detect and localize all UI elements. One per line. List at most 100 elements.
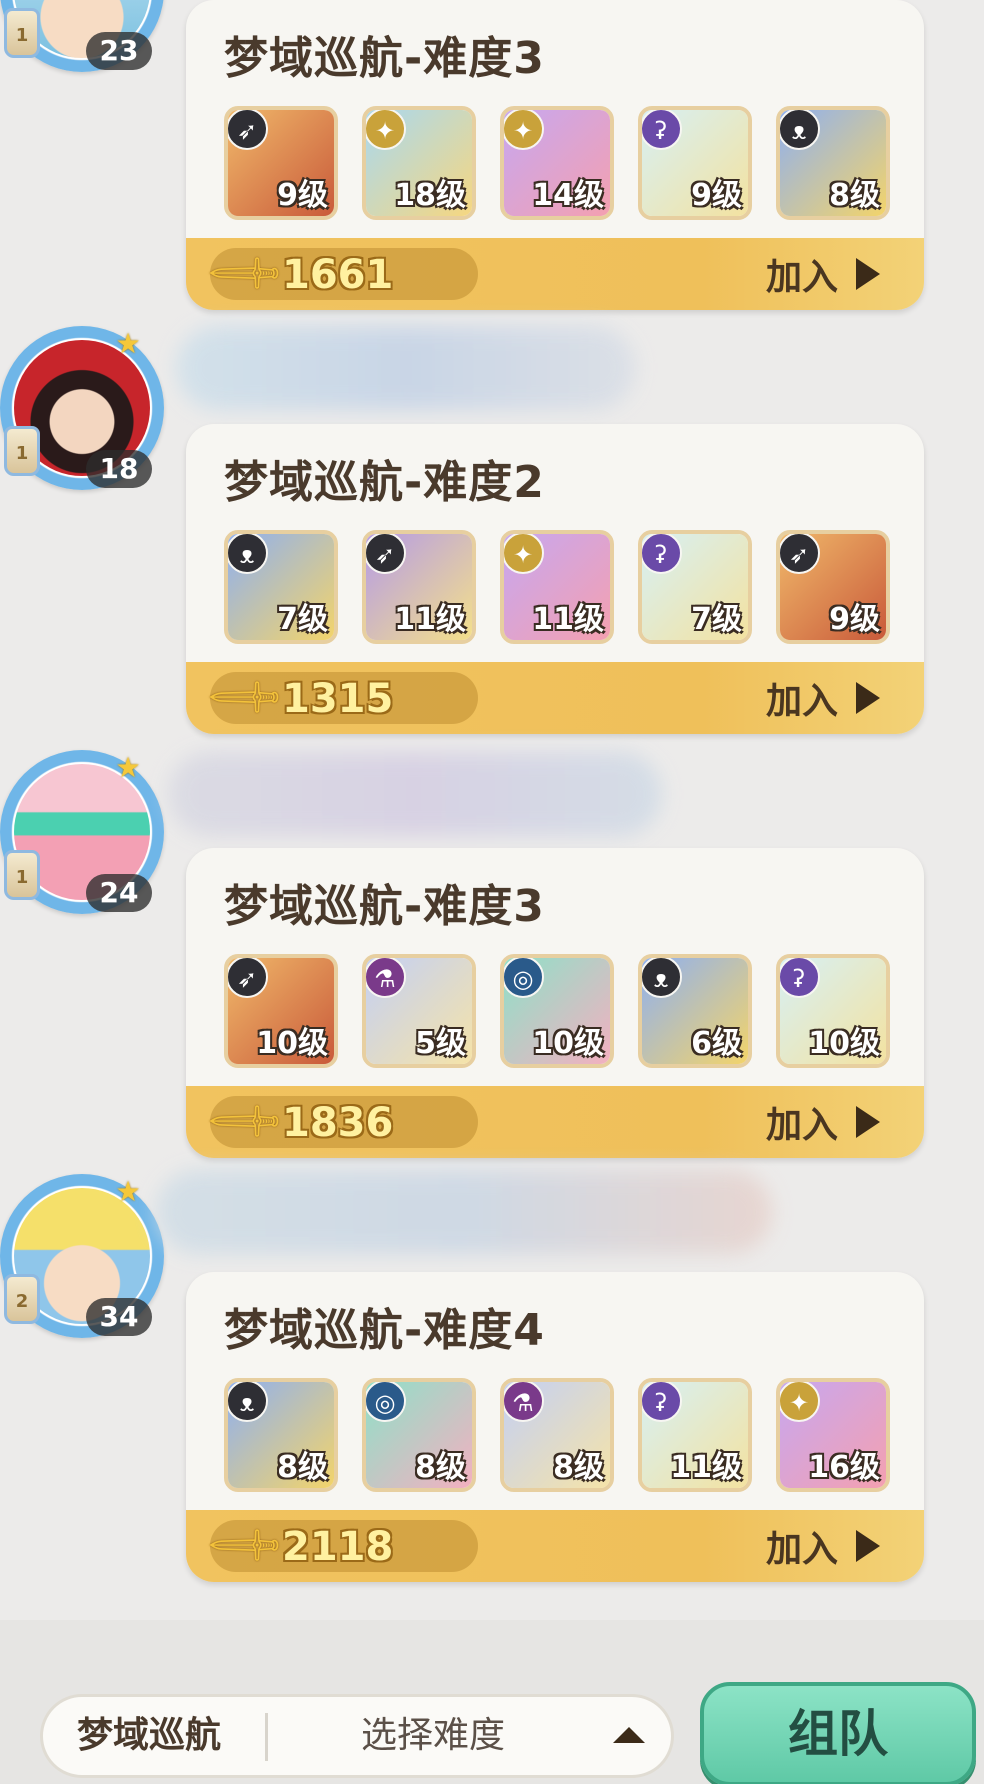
hero-level: 6级 [691, 1026, 742, 1061]
bow-icon: ➶ [228, 110, 268, 150]
team-power: 1315 [282, 676, 394, 722]
star-icon: ★ [115, 1175, 141, 1208]
magic-icon: ʡ [642, 534, 682, 574]
power-pill: 🗡 1315 [202, 654, 478, 734]
hero-level: 9级 [829, 602, 880, 637]
spiral-icon: ◎ [504, 958, 544, 998]
sword-icon: 🗡 [202, 1078, 289, 1158]
sender-name-blurred [168, 752, 662, 836]
hero-slot[interactable]: ⚗ 8级 [500, 1378, 614, 1492]
hero-level: 9级 [277, 178, 328, 213]
team-power: 1661 [282, 252, 394, 298]
difficulty-dropdown[interactable]: 选择难度 [361, 1697, 505, 1775]
join-button[interactable]: 加入 [766, 250, 880, 298]
sender-avatar[interactable]: ★ 2 34 [0, 1174, 164, 1354]
hero-level: 14级 [532, 178, 604, 213]
sender-name-blurred [156, 1170, 772, 1254]
hero-slot[interactable]: ✦ 14级 [500, 106, 614, 220]
hero-level: 5级 [415, 1026, 466, 1061]
hero-slot[interactable]: ⚗ 5级 [362, 954, 476, 1068]
hero-slot[interactable]: ➶ 9级 [776, 530, 890, 644]
hero-level: 11级 [394, 602, 466, 637]
hero-lineup: ᴥ 7级 ➶ 11级 ✦ 11级 ʡ 7级 ➶ 9级 [224, 530, 890, 644]
magic-icon: ʡ [780, 958, 820, 998]
cat-icon: ᴥ [642, 958, 682, 998]
hero-slot[interactable]: ➶ 10级 [224, 954, 338, 1068]
hero-lineup: ➶ 10级 ⚗ 5级 ◎ 10级 ᴥ 6级 ʡ 10级 [224, 954, 890, 1068]
sword-icon: 🗡 [202, 230, 289, 310]
wings-icon: ✦ [504, 110, 544, 150]
hero-slot[interactable]: ᴥ 6级 [638, 954, 752, 1068]
power-pill: 🗡 1661 [202, 230, 478, 310]
magic-icon: ʡ [642, 110, 682, 150]
divider [265, 1713, 268, 1761]
team-power: 2118 [282, 1524, 394, 1570]
hero-slot[interactable]: ʡ 9级 [638, 106, 752, 220]
hero-slot[interactable]: ʡ 7级 [638, 530, 752, 644]
magic-icon: ʡ [642, 1382, 682, 1422]
team-card: 梦域巡航-难度2 ᴥ 7级 ➶ 11级 ✦ 11级 ʡ 7级 ➶ 9级 🗡 13… [186, 424, 924, 734]
hero-slot[interactable]: ✦ 11级 [500, 530, 614, 644]
hero-level: 11级 [670, 1450, 742, 1485]
join-button[interactable]: 加入 [766, 674, 880, 722]
sender-name-blurred [176, 326, 636, 410]
sender-avatar[interactable]: ★ 1 24 [0, 750, 164, 930]
hero-level: 7级 [691, 602, 742, 637]
hero-slot[interactable]: ᴥ 8级 [776, 106, 890, 220]
bottle-icon: 1 [4, 426, 40, 476]
play-arrow-icon [856, 682, 880, 714]
hero-slot[interactable]: ᴥ 7级 [224, 530, 338, 644]
avatar-level-badge: 23 [86, 32, 152, 70]
sword-icon: 🗡 [202, 1502, 289, 1582]
hero-level: 7级 [277, 602, 328, 637]
star-icon: ★ [115, 751, 141, 784]
hero-level: 8级 [553, 1450, 604, 1485]
hero-slot[interactable]: ʡ 10级 [776, 954, 890, 1068]
sender-avatar[interactable]: ★ 1 18 [0, 326, 164, 506]
team-title: 梦域巡航-难度3 [224, 881, 545, 932]
team-card: 梦域巡航-难度3 ➶ 10级 ⚗ 5级 ◎ 10级 ᴥ 6级 ʡ 10级 🗡 1… [186, 848, 924, 1158]
join-label: 加入 [765, 1105, 838, 1146]
hero-slot[interactable]: ✦ 16级 [776, 1378, 890, 1492]
hero-slot[interactable]: ◎ 8级 [362, 1378, 476, 1492]
hero-slot[interactable]: ➶ 9级 [224, 106, 338, 220]
avatar-level-badge: 34 [86, 1298, 152, 1336]
hero-level: 8级 [829, 178, 880, 213]
potion-icon: ⚗ [504, 1382, 544, 1422]
card-footer: 🗡 2118 加入 [186, 1502, 924, 1582]
cat-icon: ᴥ [780, 110, 820, 150]
bottle-icon: 1 [4, 850, 40, 900]
hero-slot[interactable]: ◎ 10级 [500, 954, 614, 1068]
team-card: 梦域巡航-难度3 ➶ 9级 ✦ 18级 ✦ 14级 ʡ 9级 ᴥ 8级 🗡 16… [186, 0, 924, 310]
bow-icon: ➶ [780, 534, 820, 574]
wings-icon: ✦ [780, 1382, 820, 1422]
mode-difficulty-selector[interactable]: 梦域巡航 选择难度 [40, 1694, 674, 1778]
caret-up-icon [613, 1727, 645, 1743]
hero-level: 10级 [532, 1026, 604, 1061]
hero-level: 11级 [532, 602, 604, 637]
cat-icon: ᴥ [228, 1382, 268, 1422]
join-button[interactable]: 加入 [766, 1098, 880, 1146]
cat-icon: ᴥ [228, 534, 268, 574]
sender-avatar[interactable]: 1 23 [0, 0, 164, 88]
team-power: 1836 [282, 1100, 394, 1146]
hero-slot[interactable]: ᴥ 8级 [224, 1378, 338, 1492]
join-label: 加入 [765, 1529, 838, 1570]
hero-level: 8级 [415, 1450, 466, 1485]
play-arrow-icon [856, 1106, 880, 1138]
hero-slot[interactable]: ʡ 11级 [638, 1378, 752, 1492]
play-arrow-icon [856, 1530, 880, 1562]
hero-level: 10级 [256, 1026, 328, 1061]
team-title: 梦域巡航-难度2 [224, 457, 545, 508]
bow-icon: ➶ [366, 534, 406, 574]
form-team-button[interactable]: 组队 [700, 1682, 976, 1784]
power-pill: 🗡 1836 [202, 1078, 478, 1158]
hero-slot[interactable]: ➶ 11级 [362, 530, 476, 644]
join-button[interactable]: 加入 [766, 1522, 880, 1570]
mode-label: 梦域巡航 [77, 1715, 222, 1756]
avatar-level-badge: 24 [86, 874, 152, 912]
hero-slot[interactable]: ✦ 18级 [362, 106, 476, 220]
hero-level: 18级 [394, 178, 466, 213]
star-icon: ★ [115, 327, 141, 360]
chat-feed[interactable]: 1 23 梦域巡航-难度3 ➶ 9级 ✦ 18级 ✦ 14级 ʡ 9级 ᴥ 8级… [0, 0, 984, 1620]
